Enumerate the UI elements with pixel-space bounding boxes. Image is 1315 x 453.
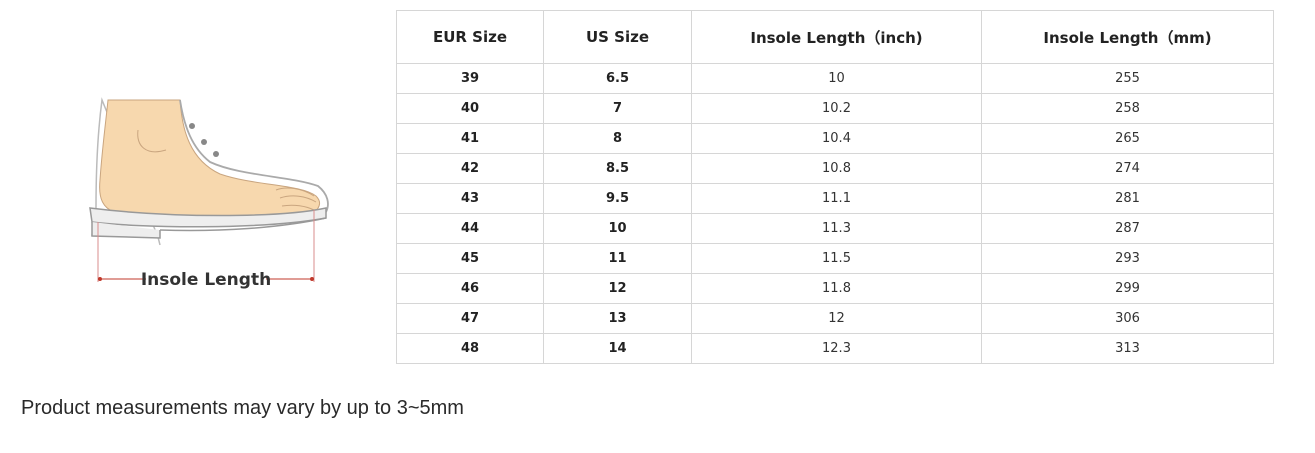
- insole-mm-cell: 306: [981, 303, 1274, 334]
- us-size-cell: 13: [543, 303, 692, 334]
- insole-inch-cell: 10: [691, 63, 982, 94]
- size-chart-table: EUR Size US Size Insole Length（inch) Ins…: [396, 10, 1274, 364]
- table-row: 43 9.5 11.1 281: [396, 183, 1274, 214]
- insole-inch-cell: 11.1: [691, 183, 982, 214]
- insole-length-label: Insole Length: [141, 270, 271, 290]
- header-insole-mm: Insole Length（mm): [981, 10, 1274, 64]
- eur-size-cell: 40: [396, 93, 544, 124]
- table-row: 47 13 12 306: [396, 303, 1274, 334]
- us-size-cell: 7: [543, 93, 692, 124]
- insole-inch-cell: 11.8: [691, 273, 982, 304]
- eur-size-cell: 43: [396, 183, 544, 214]
- insole-inch-cell: 11.3: [691, 213, 982, 244]
- table-row: 39 6.5 10 255: [396, 63, 1274, 94]
- eur-size-cell: 48: [396, 333, 544, 364]
- header-eur-size: EUR Size: [396, 10, 544, 64]
- insole-inch-cell: 10.8: [691, 153, 982, 184]
- table-row: 41 8 10.4 265: [396, 123, 1274, 154]
- insole-mm-cell: 274: [981, 153, 1274, 184]
- measurement-note: Product measurements may vary by up to 3…: [21, 397, 464, 419]
- us-size-cell: 8: [543, 123, 692, 154]
- eur-size-cell: 45: [396, 243, 544, 274]
- eur-size-cell: 44: [396, 213, 544, 244]
- insole-inch-cell: 12.3: [691, 333, 982, 364]
- insole-inch-cell: 11.5: [691, 243, 982, 274]
- table-row: 46 12 11.8 299: [396, 273, 1274, 304]
- us-size-cell: 6.5: [543, 63, 692, 94]
- header-insole-inch: Insole Length（inch): [691, 10, 982, 64]
- eur-size-cell: 47: [396, 303, 544, 334]
- insole-mm-cell: 293: [981, 243, 1274, 274]
- insole-inch-cell: 10.4: [691, 123, 982, 154]
- table-row: 45 11 11.5 293: [396, 243, 1274, 274]
- header-us-size: US Size: [543, 10, 692, 64]
- us-size-cell: 11: [543, 243, 692, 274]
- insole-inch-cell: 12: [691, 303, 982, 334]
- insole-inch-cell: 10.2: [691, 93, 982, 124]
- insole-mm-cell: 287: [981, 213, 1274, 244]
- us-size-cell: 12: [543, 273, 692, 304]
- eur-size-cell: 46: [396, 273, 544, 304]
- insole-mm-cell: 281: [981, 183, 1274, 214]
- us-size-cell: 14: [543, 333, 692, 364]
- insole-mm-cell: 255: [981, 63, 1274, 94]
- insole-mm-cell: 313: [981, 333, 1274, 364]
- insole-length-illustration: Insole Length: [80, 90, 350, 300]
- table-row: 40 7 10.2 258: [396, 93, 1274, 124]
- table-header-row: EUR Size US Size Insole Length（inch) Ins…: [396, 10, 1274, 64]
- eur-size-cell: 42: [396, 153, 544, 184]
- eur-size-cell: 39: [396, 63, 544, 94]
- us-size-cell: 8.5: [543, 153, 692, 184]
- insole-mm-cell: 299: [981, 273, 1274, 304]
- us-size-cell: 10: [543, 213, 692, 244]
- insole-mm-cell: 258: [981, 93, 1274, 124]
- insole-mm-cell: 265: [981, 123, 1274, 154]
- table-row: 48 14 12.3 313: [396, 333, 1274, 364]
- us-size-cell: 9.5: [543, 183, 692, 214]
- shoe-with-foot-icon: Insole Length: [89, 97, 329, 290]
- table-row: 42 8.5 10.8 274: [396, 153, 1274, 184]
- eur-size-cell: 41: [396, 123, 544, 154]
- table-row: 44 10 11.3 287: [396, 213, 1274, 244]
